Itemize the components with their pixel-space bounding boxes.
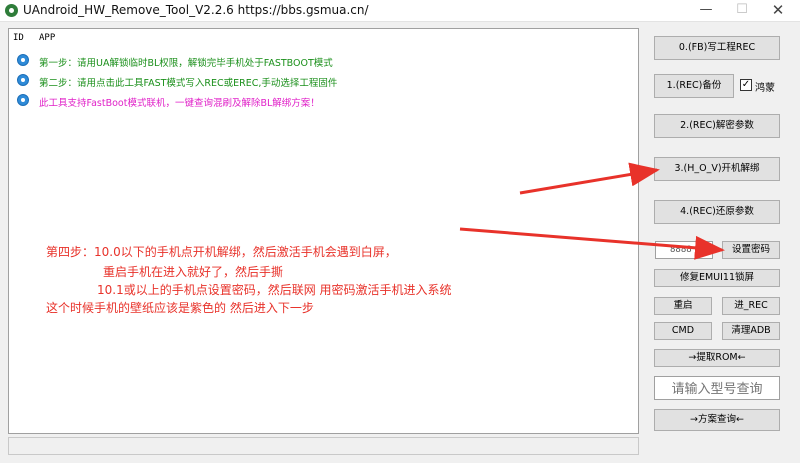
log-row-text: 第一步：请用UA解锁临时BL权限，解锁完毕手机处于FASTBOOT模式 (39, 58, 333, 69)
app-icon (5, 4, 18, 17)
rec-restore-button[interactable]: 4.(REC)还原参数 (654, 200, 780, 224)
info-icon (17, 54, 29, 66)
plan-query-button[interactable]: →方案查询← (654, 409, 780, 431)
log-list[interactable]: ID APP 第一步：请用UA解锁临时BL权限，解锁完毕手机处于FASTBOOT… (8, 28, 639, 434)
info-icon (17, 94, 29, 106)
model-query-input[interactable] (654, 376, 780, 400)
extract-rom-button[interactable]: →提取ROM← (654, 349, 780, 367)
column-header-id[interactable]: ID (13, 33, 24, 43)
rec-backup-button[interactable]: 1.(REC)备份 (654, 74, 734, 98)
close-button[interactable]: ✕ (760, 0, 796, 22)
set-password-button[interactable]: 设置密码 (722, 241, 780, 259)
hov-unbind-button[interactable]: 3.(H_O_V)开机解绑 (654, 157, 780, 181)
rec-decrypt-button[interactable]: 2.(REC)解密参数 (654, 114, 780, 138)
cmd-button[interactable]: CMD (654, 322, 712, 340)
enter-rec-button[interactable]: 进_REC (722, 297, 780, 315)
column-header-app[interactable]: APP (39, 33, 55, 43)
log-row[interactable]: 此工具支持FastBoot模式联机，一键查询混刷及解除BL解绑方案！ (9, 91, 638, 111)
log-row[interactable]: 第一步：请用UA解锁临时BL权限，解锁完毕手机处于FASTBOOT模式 (9, 51, 638, 71)
fb-write-rec-button[interactable]: 0.(FB)写工程REC (654, 36, 780, 60)
annotation-line-3: 10.1或以上的手机点设置密码，然后联网 用密码激活手机进入系统 (97, 283, 452, 297)
annotation-line-1: 第四步：10.0以下的手机点开机解绑，然后激活手机会遇到白屏， (46, 245, 397, 259)
maximize-button[interactable]: ☐ (724, 0, 760, 22)
minimize-button[interactable]: — (688, 0, 724, 22)
annotation-line-2: 重启手机在进入就好了，然后手撕 (103, 265, 284, 279)
password-input[interactable]: 8888 (655, 241, 713, 259)
fix-emui-lockscreen-button[interactable]: 修复EMUI11锁屏 (654, 269, 780, 287)
status-bar (8, 437, 639, 455)
annotation-line-4: 这个时候手机的壁纸应该是紫色的 然后进入下一步 (46, 301, 314, 315)
log-row[interactable]: 第二步：请用点击此工具FAST模式写入REC或EREC,手动选择工程固件 (9, 71, 638, 91)
title-bar: UAndroid_HW_Remove_Tool_V2.2.6 https://b… (0, 0, 800, 22)
clear-adb-button[interactable]: 清理ADB (722, 322, 780, 340)
log-row-text: 第二步：请用点击此工具FAST模式写入REC或EREC,手动选择工程固件 (39, 78, 338, 89)
reboot-button[interactable]: 重启 (654, 297, 712, 315)
log-header: ID APP (9, 29, 638, 47)
window-title: UAndroid_HW_Remove_Tool_V2.2.6 https://b… (23, 3, 369, 17)
log-row-text: 此工具支持FastBoot模式联机，一键查询混刷及解除BL解绑方案！ (39, 98, 320, 109)
info-icon (17, 74, 29, 86)
hongmeng-label: 鸿蒙 (755, 83, 775, 94)
hongmeng-checkbox[interactable]: ✓ (740, 79, 752, 91)
